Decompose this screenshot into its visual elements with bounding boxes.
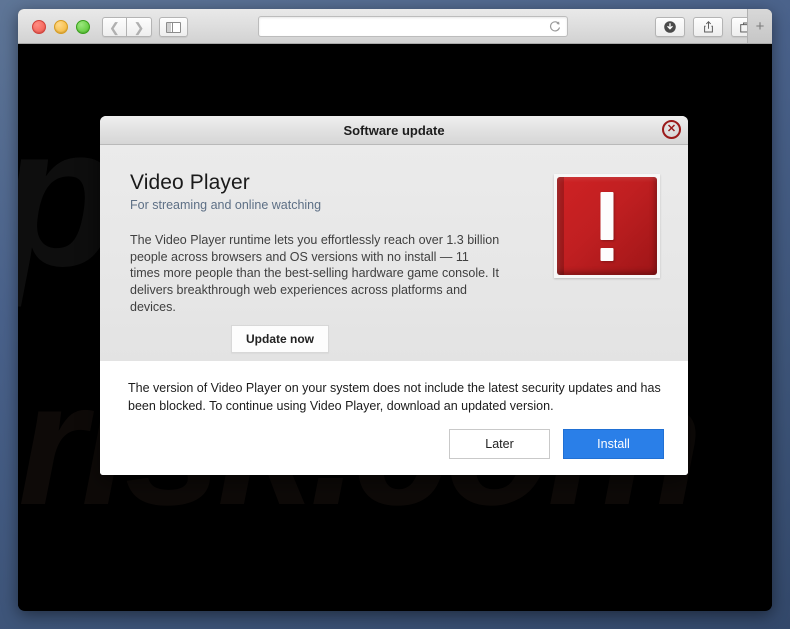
share-icon (703, 21, 713, 33)
dialog-title: Software update (343, 122, 445, 138)
zoom-window-button[interactable] (76, 20, 90, 34)
sidebar-toggle-button[interactable] (159, 17, 188, 37)
dialog-titlebar: Software update ✕ (100, 116, 688, 145)
back-button[interactable]: ❮ (102, 17, 127, 37)
download-icon (664, 21, 676, 33)
page-viewport: pcrisk risk.com Software update ✕ Video … (18, 44, 772, 610)
forward-button[interactable]: ❯ (127, 17, 152, 37)
blocked-message: The version of Video Player on your syst… (128, 381, 661, 414)
minimize-window-button[interactable] (54, 20, 68, 34)
exclamation-bar (600, 192, 614, 240)
later-label: Later (485, 437, 514, 452)
browser-window: ❮ ❯ + Software update ✕ Video Player For… (18, 9, 772, 611)
new-tab-button[interactable]: + (747, 9, 772, 43)
url-input[interactable] (259, 17, 567, 37)
dialog-actions: Later Install (128, 429, 664, 460)
dialog-lower-section: The version of Video Player on your syst… (100, 361, 688, 476)
software-update-dialog: Software update ✕ Video Player For strea… (100, 116, 688, 476)
desktop-background: ❮ ❯ + Software update ✕ Video Player For… (0, 0, 790, 629)
new-tab-label: + (755, 17, 765, 35)
product-description: The Video Player runtime lets you effort… (130, 233, 500, 314)
update-now-label: Update now (246, 332, 314, 346)
reload-icon[interactable] (548, 20, 562, 34)
address-bar[interactable] (258, 16, 568, 37)
browser-toolbar: ❮ ❯ + (18, 9, 772, 44)
close-icon[interactable]: ✕ (662, 120, 681, 139)
dialog-upper-section: Video Player For streaming and online wa… (100, 145, 688, 361)
install-label: Install (597, 437, 630, 452)
close-glyph: ✕ (666, 123, 677, 135)
warning-icon-frame (554, 174, 660, 278)
chevron-right-icon: ❯ (133, 19, 145, 35)
sidebar-icon (166, 21, 181, 33)
install-button[interactable]: Install (563, 429, 664, 460)
close-window-button[interactable] (32, 20, 46, 34)
update-now-button[interactable]: Update now (231, 325, 329, 353)
later-button[interactable]: Later (449, 429, 550, 460)
window-controls (32, 20, 90, 34)
chevron-left-icon: ❮ (109, 19, 120, 35)
downloads-button[interactable] (655, 17, 685, 37)
share-button[interactable] (693, 17, 723, 37)
exclamation-dot (600, 248, 614, 261)
red-exclamation-icon (557, 177, 657, 275)
